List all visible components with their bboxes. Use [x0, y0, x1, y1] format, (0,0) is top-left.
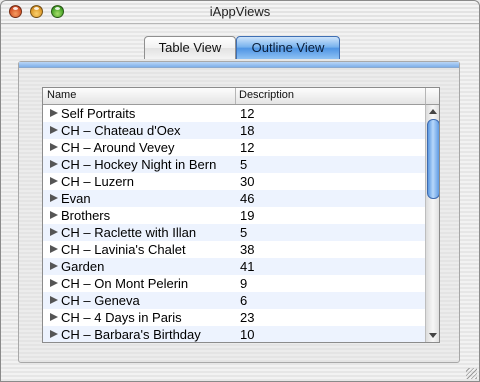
- table-row[interactable]: CH – Raclette with Illan 5: [43, 224, 425, 241]
- table-row[interactable]: CH – 4 Days in Paris 23: [43, 309, 425, 326]
- row-name: Brothers: [61, 208, 111, 223]
- disclosure-triangle-icon[interactable]: [50, 211, 58, 219]
- row-name: CH – Lavinia's Chalet: [61, 242, 186, 257]
- disclosure-triangle-icon[interactable]: [50, 228, 58, 236]
- column-header-name[interactable]: Name: [47, 89, 76, 101]
- row-description: 12: [240, 106, 255, 121]
- disclosure-triangle-icon[interactable]: [50, 245, 58, 253]
- row-name: CH – On Mont Pelerin: [61, 276, 189, 291]
- table-row[interactable]: CH – Barbara's Birthday 10: [43, 326, 425, 342]
- disclosure-triangle-icon[interactable]: [50, 160, 58, 168]
- row-name: CH – 4 Days in Paris: [61, 310, 182, 325]
- row-name: CH – Chateau d'Oex: [61, 123, 181, 138]
- column-divider[interactable]: [235, 88, 236, 104]
- row-description: 46: [240, 191, 255, 206]
- row-description: 30: [240, 174, 255, 189]
- scroll-thumb[interactable]: [427, 119, 439, 199]
- table-row[interactable]: CH – Lavinia's Chalet 38: [43, 241, 425, 258]
- arrow-down-icon[interactable]: [429, 333, 437, 338]
- row-name: CH – Geneva: [61, 293, 140, 308]
- disclosure-triangle-icon[interactable]: [50, 330, 58, 338]
- table-header: Name Description: [43, 88, 425, 105]
- table-body: Self Portraits 12 CH – Chateau d'Oex 18 CH –…: [43, 105, 425, 342]
- row-description: 5: [240, 157, 248, 172]
- arrow-up-icon[interactable]: [429, 109, 437, 114]
- outline-table: Name Description Self Portraits 12 CH – Ch…: [42, 87, 440, 343]
- row-name: CH – Luzern: [61, 174, 134, 189]
- row-name: CH – Raclette with Illan: [61, 225, 197, 240]
- row-description: 19: [240, 208, 255, 223]
- table-row[interactable]: Evan 46: [43, 190, 425, 207]
- disclosure-triangle-icon[interactable]: [50, 126, 58, 134]
- row-description: 10: [240, 327, 255, 342]
- row-name: CH – Barbara's Birthday: [61, 327, 201, 342]
- table-row[interactable]: Self Portraits 12: [43, 105, 425, 122]
- table-row[interactable]: Brothers 19: [43, 207, 425, 224]
- row-name: Self Portraits: [61, 106, 136, 121]
- tab-strip: [19, 62, 459, 68]
- window-title: iAppViews: [209, 4, 271, 19]
- row-description: 6: [240, 293, 248, 308]
- disclosure-triangle-icon[interactable]: [50, 296, 58, 304]
- disclosure-triangle-icon[interactable]: [50, 313, 58, 321]
- row-name: CH – Hockey Night in Bern: [61, 157, 217, 172]
- table-row[interactable]: Garden 41: [43, 258, 425, 275]
- row-description: 41: [240, 259, 255, 274]
- table-row[interactable]: CH – Luzern 30: [43, 173, 425, 190]
- tab-table-view[interactable]: Table View: [144, 36, 236, 59]
- disclosure-triangle-icon[interactable]: [50, 177, 58, 185]
- table-row[interactable]: CH – On Mont Pelerin 9: [43, 275, 425, 292]
- row-description: 18: [240, 123, 255, 138]
- vertical-scrollbar[interactable]: [425, 105, 439, 342]
- disclosure-triangle-icon[interactable]: [50, 194, 58, 202]
- resize-grip-icon[interactable]: [466, 368, 477, 379]
- row-description: 38: [240, 242, 255, 257]
- disclosure-triangle-icon[interactable]: [50, 109, 58, 117]
- row-name: Evan: [61, 191, 91, 206]
- header-corner: [425, 88, 439, 105]
- column-header-description[interactable]: Description: [239, 89, 294, 101]
- row-description: 5: [240, 225, 248, 240]
- row-description: 23: [240, 310, 255, 325]
- table-row[interactable]: CH – Hockey Night in Bern 5: [43, 156, 425, 173]
- title-bar[interactable]: iAppViews: [1, 1, 479, 24]
- table-row[interactable]: CH – Chateau d'Oex 18: [43, 122, 425, 139]
- row-description: 12: [240, 140, 255, 155]
- disclosure-triangle-icon[interactable]: [50, 262, 58, 270]
- disclosure-triangle-icon[interactable]: [50, 143, 58, 151]
- row-name: CH – Around Vevey: [61, 140, 175, 155]
- table-row[interactable]: CH – Geneva 6: [43, 292, 425, 309]
- disclosure-triangle-icon[interactable]: [50, 279, 58, 287]
- row-name: Garden: [61, 259, 105, 274]
- row-description: 9: [240, 276, 248, 291]
- tab-outline-view[interactable]: Outline View: [236, 36, 340, 59]
- table-row[interactable]: CH – Around Vevey 12: [43, 139, 425, 156]
- app-window: iAppViews Table View Outline View Name D…: [0, 0, 480, 382]
